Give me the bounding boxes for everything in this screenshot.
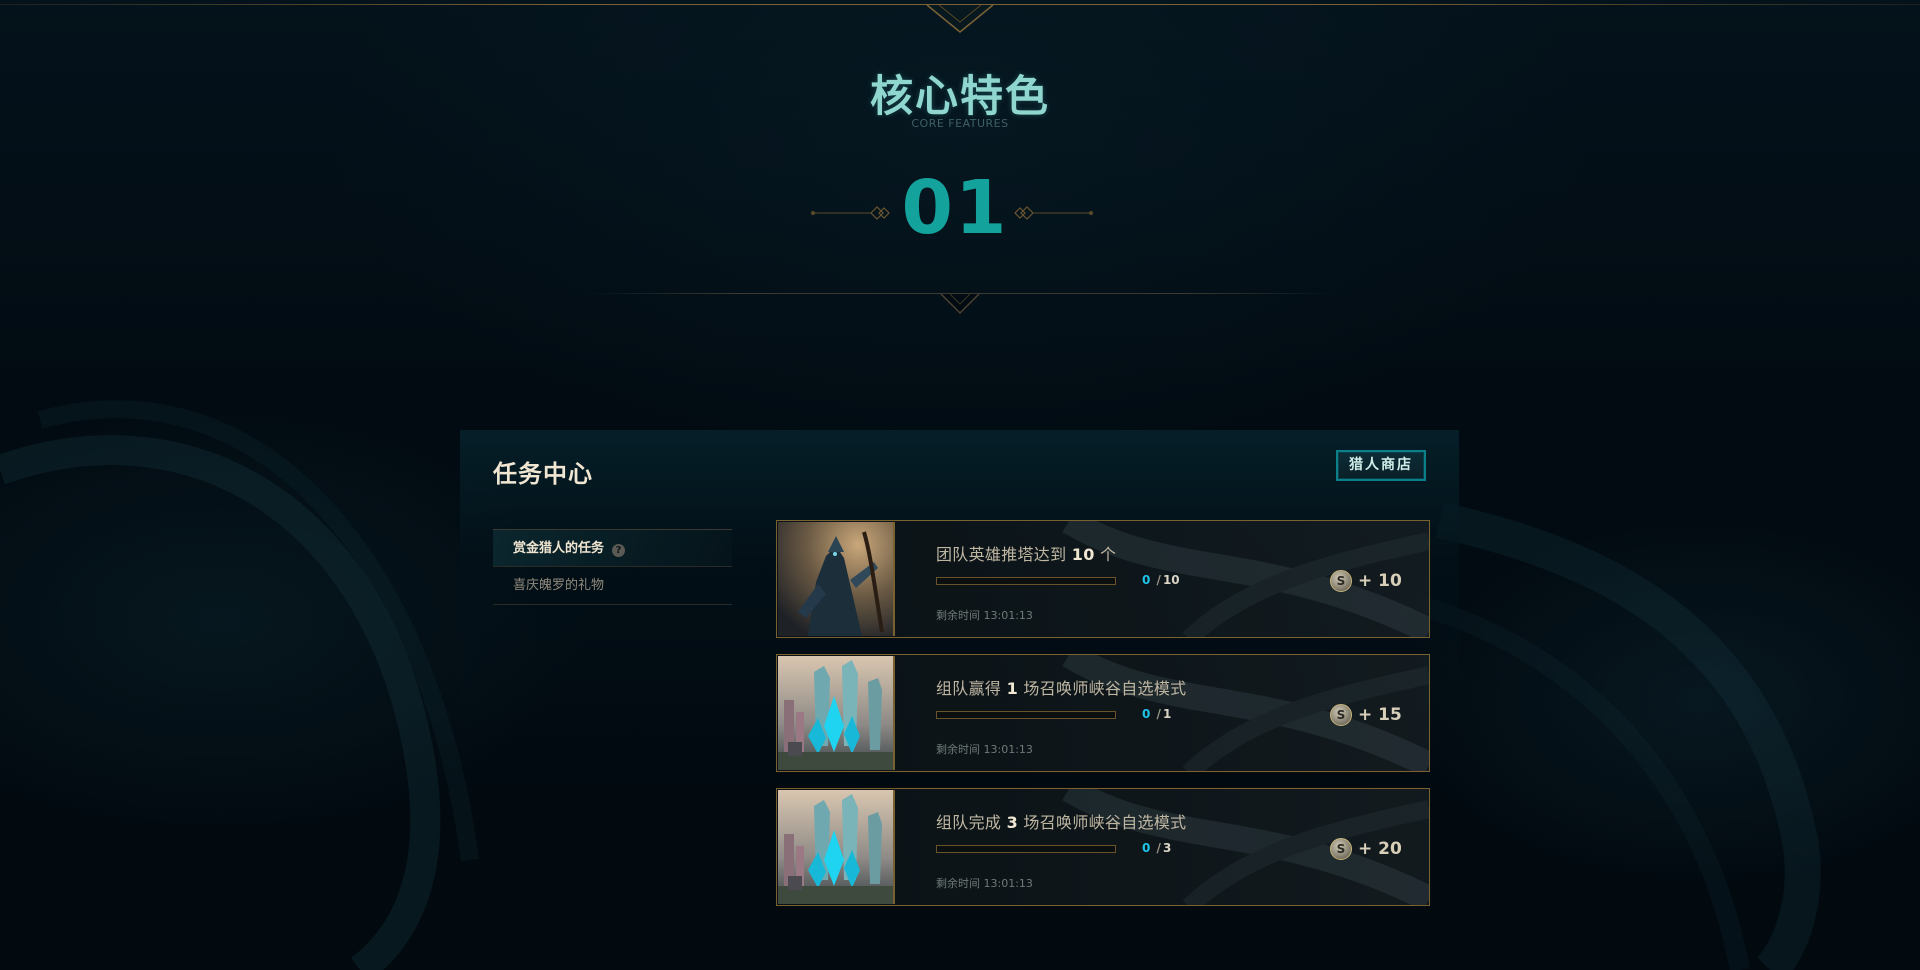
task-card: 团队英雄推塔达到 10 个 0 /10 剩余时间 13:01:13 S + 10 <box>776 520 1430 638</box>
coin-icon: S <box>1330 570 1352 592</box>
coin-icon: S <box>1330 838 1352 860</box>
crystal-nexus-scene-icon <box>778 790 895 904</box>
section-heading: 核心特色 <box>870 72 1050 122</box>
task-progress-bar <box>936 577 1116 585</box>
reward-amount: + 10 <box>1358 571 1402 591</box>
task-reward: S + 15 <box>1330 702 1402 728</box>
nav-item-bounty-hunter-tasks[interactable]: 赏金猎人的任务? <box>493 529 732 567</box>
task-progress-text: 0 /3 <box>1142 841 1172 855</box>
top-chevron-ornament <box>926 4 994 33</box>
number-ornament-right-icon <box>1014 206 1093 220</box>
task-remaining-time: 剩余时间 13:01:13 <box>936 609 1033 622</box>
nav-item-poro-gifts[interactable]: 喜庆魄罗的礼物 <box>493 567 732 605</box>
task-reward: S + 20 <box>1330 836 1402 862</box>
task-title: 团队英雄推塔达到 10 个 <box>936 545 1117 564</box>
panel-title: 任务中心 <box>493 460 593 488</box>
section-number: 01 <box>901 165 1009 251</box>
nav-item-label: 赏金猎人的任务 <box>513 541 605 556</box>
section-subheading: CORE FEATURES <box>911 117 1009 130</box>
dark-warrior-portrait-icon <box>778 522 895 636</box>
nav-item-label: 喜庆魄罗的礼物 <box>513 578 605 593</box>
task-category-nav: 赏金猎人的任务? 喜庆魄罗的礼物 <box>493 529 732 605</box>
task-progress-text: 0 /10 <box>1142 573 1180 587</box>
task-progress-bar <box>936 711 1116 719</box>
task-remaining-time: 剩余时间 13:01:13 <box>936 743 1033 756</box>
coin-icon: S <box>1330 704 1352 726</box>
reward-amount: + 20 <box>1358 839 1402 859</box>
task-progress-text: 0 /1 <box>1142 707 1172 721</box>
task-card: 组队赢得 1 场召唤师峡谷自选模式 0 /1 剩余时间 13:01:13 S +… <box>776 654 1430 772</box>
task-center-panel: 任务中心 猎人商店 赏金猎人的任务? 喜庆魄罗的礼物 团队英雄推塔达到 10 个… <box>460 430 1459 945</box>
hunter-shop-button[interactable]: 猎人商店 <box>1336 450 1426 481</box>
task-reward: S + 10 <box>1330 568 1402 594</box>
task-title: 组队赢得 1 场召唤师峡谷自选模式 <box>936 679 1187 698</box>
page: 核心特色 CORE FEATURES 01 任务中心 猎人商店 赏金猎人的任务?… <box>0 0 1920 970</box>
task-progress-bar <box>936 845 1116 853</box>
task-remaining-time: 剩余时间 13:01:13 <box>936 877 1033 890</box>
crystal-nexus-scene-icon <box>778 656 895 770</box>
task-card: 组队完成 3 场召唤师峡谷自选模式 0 /3 剩余时间 13:01:13 S +… <box>776 788 1430 906</box>
divider-chevron-icon <box>940 293 980 315</box>
help-icon[interactable]: ? <box>612 544 626 557</box>
reward-amount: + 15 <box>1358 705 1402 725</box>
task-title: 组队完成 3 场召唤师峡谷自选模式 <box>936 813 1187 832</box>
